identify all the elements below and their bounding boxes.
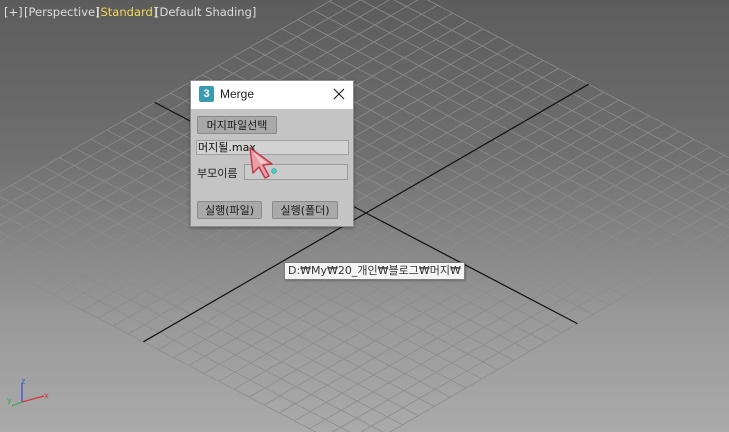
gizmo-z-label: z	[21, 377, 25, 386]
viewport-label-perspective[interactable]: [Perspective]	[24, 5, 100, 19]
grid-line	[313, 10, 729, 229]
grid-line	[389, 235, 729, 432]
select-merge-file-button[interactable]: 머지파일선택	[197, 116, 277, 134]
grid-line	[331, 202, 729, 432]
grid-line	[360, 218, 729, 432]
viewport-label-standard[interactable]: [Standard]	[96, 5, 157, 19]
gizmo-x-label: x	[44, 391, 49, 400]
grid-line	[426, 0, 729, 159]
grid-line	[0, 213, 403, 426]
path-tooltip: D:₩My₩20_개인₩블로그₩머지₩	[284, 262, 465, 280]
axis-gizmo: z x y	[7, 377, 49, 407]
3dsmax-app-icon: 3	[199, 86, 214, 102]
grid-line	[329, 0, 729, 211]
pointer-cursor-icon	[249, 147, 277, 179]
viewport-label-shading[interactable]: [Default Shading]	[155, 5, 256, 19]
home-grid	[0, 0, 729, 432]
grid-line	[0, 196, 419, 416]
parent-name-label: 부모이름	[197, 167, 238, 180]
viewport-label-plus-menu[interactable]: [+]	[4, 5, 23, 19]
close-icon[interactable]	[331, 86, 347, 102]
standard-label-text: Standard	[100, 5, 153, 19]
gizmo-y-label: y	[7, 396, 12, 405]
perspective-viewport[interactable]: [+] [Perspective] [Standard] [Default Sh…	[0, 0, 729, 432]
dialog-title: Merge	[220, 87, 255, 101]
run-file-button[interactable]: 실행(파일)	[197, 201, 262, 219]
grid-line	[359, 0, 729, 194]
run-folder-button[interactable]: 실행(폴더)	[272, 201, 338, 219]
dialog-titlebar[interactable]: 3 Merge	[191, 81, 353, 109]
grid-line	[393, 0, 729, 176]
